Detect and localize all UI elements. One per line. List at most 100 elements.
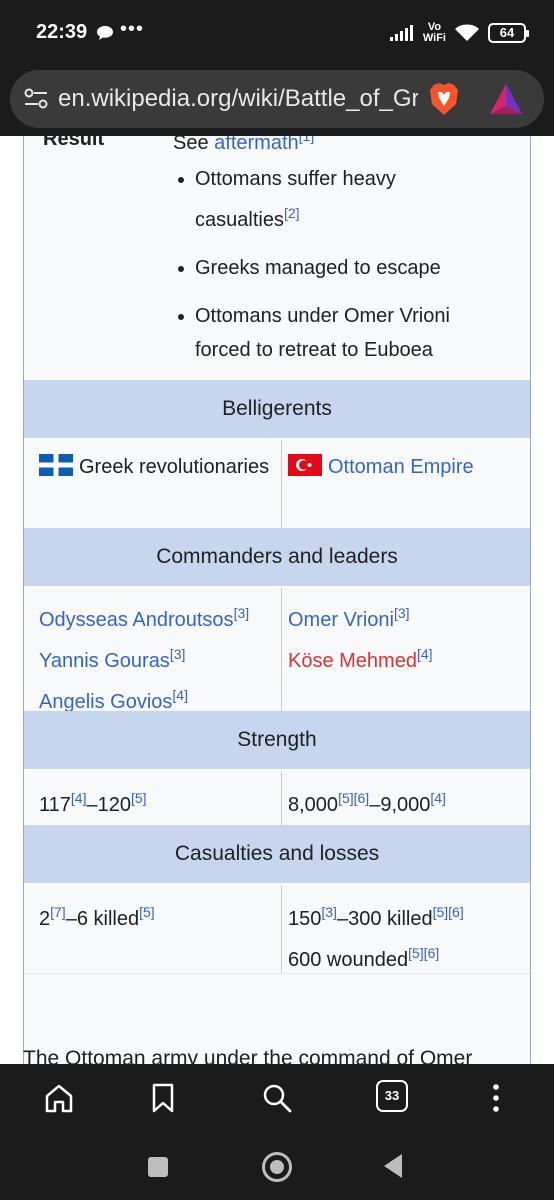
casualties-left: 2[7]–6 killed[5]: [39, 895, 275, 936]
row-divider: [24, 973, 530, 974]
status-time: 22:39: [36, 21, 88, 43]
wifi-icon: [455, 24, 479, 41]
more-menu-icon[interactable]: [479, 1081, 513, 1115]
citation-ref[interactable]: [5][6]: [338, 790, 369, 806]
recent-apps-button[interactable]: [148, 1157, 168, 1177]
vowifi-indicator: Vo WiFi: [423, 22, 446, 44]
result-item-text: Greeks managed to escape: [195, 257, 441, 279]
casualty-line: 150[3]–300 killed[5][6]: [288, 895, 524, 936]
citation-ref[interactable]: [4]: [417, 646, 433, 662]
page-content: Result See aftermath[1] Ottomans suffer …: [0, 136, 554, 1064]
commander-item: Odysseas Androutsos[3]: [39, 596, 279, 637]
commander-redlink[interactable]: Köse Mehmed: [288, 650, 417, 672]
signal-icon: [389, 25, 413, 41]
commander-link[interactable]: Angelis Govios: [39, 691, 172, 713]
url-field[interactable]: en.wikipedia.org/wiki/Battle_of_Gr: [10, 70, 544, 128]
casualties-right: 150[3]–300 killed[5][6] 600 wounded[5][6…: [288, 895, 524, 977]
commander-item: Yannis Gouras[3]: [39, 637, 279, 678]
result-item-text: Ottomans under Omer Vrioni forced to ret…: [195, 305, 450, 361]
brave-shields-icon[interactable]: [428, 82, 460, 116]
result-list: Ottomans suffer heavy casualties[2] Gree…: [175, 162, 505, 381]
column-divider: [281, 885, 282, 973]
greek-flag-icon: [39, 454, 73, 476]
row-divider: [24, 438, 530, 440]
citation-ref[interactable]: [5]: [139, 904, 155, 920]
notification-dots: •••: [120, 18, 145, 40]
result-item-text: Ottomans suffer heavy casualties: [195, 168, 396, 231]
casualty-value: 150: [288, 908, 322, 930]
strength-value: –9,000: [369, 794, 431, 816]
casualty-value: –6 killed: [65, 908, 140, 930]
casualty-value: 2: [39, 908, 51, 930]
citation-ref[interactable]: [2]: [284, 205, 300, 221]
url-text[interactable]: en.wikipedia.org/wiki/Battle_of_Gr: [58, 85, 418, 113]
result-see: See aftermath[1]: [173, 136, 314, 155]
citation-ref[interactable]: [4]: [172, 687, 188, 703]
site-settings-icon[interactable]: [24, 88, 48, 110]
commander-link[interactable]: Yannis Gouras: [39, 650, 170, 672]
aftermath-link[interactable]: aftermath: [214, 136, 298, 154]
aftermath-ref[interactable]: [1]: [299, 136, 315, 144]
citation-ref[interactable]: [4]: [430, 790, 446, 806]
status-bar: 22:39 ••• Vo WiFi 64: [0, 0, 554, 64]
bookmark-icon[interactable]: [146, 1081, 180, 1115]
casualty-line: 600 wounded[5][6]: [288, 936, 524, 977]
commanders-header: Commanders and leaders: [24, 528, 530, 586]
belligerent-left: Greek revolutionaries: [39, 450, 275, 484]
row-divider: [24, 769, 530, 771]
commanders-right: Omer Vrioni[3] Köse Mehmed[4]: [288, 596, 524, 678]
column-divider: [281, 440, 282, 528]
strength-value: 8,000: [288, 794, 339, 816]
back-button[interactable]: [384, 1154, 402, 1178]
commander-item: Köse Mehmed[4]: [288, 637, 524, 678]
citation-ref[interactable]: [3]: [234, 605, 250, 621]
belligerent-left-name: Greek revolutionaries: [79, 456, 270, 478]
tabs-count-button[interactable]: 33: [376, 1080, 408, 1112]
commander-item: Omer Vrioni[3]: [288, 596, 524, 637]
brave-rewards-icon[interactable]: [488, 82, 524, 116]
strength-right: 8,000[5][6]–9,000[4]: [288, 781, 524, 822]
casualty-value: 600 wounded: [288, 949, 409, 971]
see-prefix: See: [173, 136, 215, 154]
strength-value: –120: [86, 794, 131, 816]
home-button[interactable]: [262, 1152, 292, 1182]
citation-ref[interactable]: [3]: [321, 904, 337, 920]
strength-left: 117[4]–120[5]: [39, 781, 275, 822]
ottoman-empire-link[interactable]: Ottoman Empire: [328, 456, 474, 478]
result-label: Result: [43, 136, 105, 150]
commander-link[interactable]: Odysseas Androutsos: [39, 609, 234, 631]
strength-header: Strength: [24, 711, 530, 769]
strength-value: 117: [39, 794, 71, 816]
column-divider: [281, 588, 282, 711]
row-divider: [24, 883, 530, 885]
citation-ref[interactable]: [3]: [394, 605, 410, 621]
citation-ref[interactable]: [5][6]: [408, 945, 439, 961]
chat-bubble-icon: [97, 26, 113, 40]
status-icons: Vo WiFi 64: [389, 18, 529, 48]
article-paragraph: The Ottoman army under the command of Om…: [23, 1047, 473, 1064]
citation-ref[interactable]: [5][6]: [433, 904, 464, 920]
result-item: Ottomans suffer heavy casualties[2]: [175, 162, 505, 237]
citation-ref[interactable]: [4]: [71, 790, 87, 806]
citation-ref[interactable]: [3]: [170, 646, 186, 662]
casualties-header: Casualties and losses: [24, 825, 530, 883]
belligerent-right: Ottoman Empire: [288, 450, 524, 484]
result-item: Ottomans under Omer Vrioni forced to ret…: [175, 299, 505, 367]
belligerents-header: Belligerents: [24, 380, 530, 438]
column-divider: [281, 771, 282, 825]
home-icon[interactable]: [42, 1081, 76, 1115]
casualty-value: –300 killed: [336, 908, 433, 930]
browser-toolbar: 33: [0, 1064, 554, 1132]
wifi-label: WiFi: [422, 32, 446, 44]
citation-ref[interactable]: [7]: [50, 904, 66, 920]
commanders-left: Odysseas Androutsos[3] Yannis Gouras[3] …: [39, 596, 279, 719]
result-item: Greeks managed to escape: [175, 251, 505, 285]
ottoman-flag-icon: [288, 454, 322, 476]
search-icon[interactable]: [260, 1081, 294, 1115]
citation-ref[interactable]: [5]: [131, 790, 147, 806]
row-divider: [24, 586, 530, 588]
commander-link[interactable]: Omer Vrioni: [288, 609, 394, 631]
browser-address-bar: en.wikipedia.org/wiki/Battle_of_Gr: [0, 64, 554, 136]
system-navigation-bar: [0, 1132, 554, 1200]
battery-indicator: 64: [488, 23, 529, 43]
